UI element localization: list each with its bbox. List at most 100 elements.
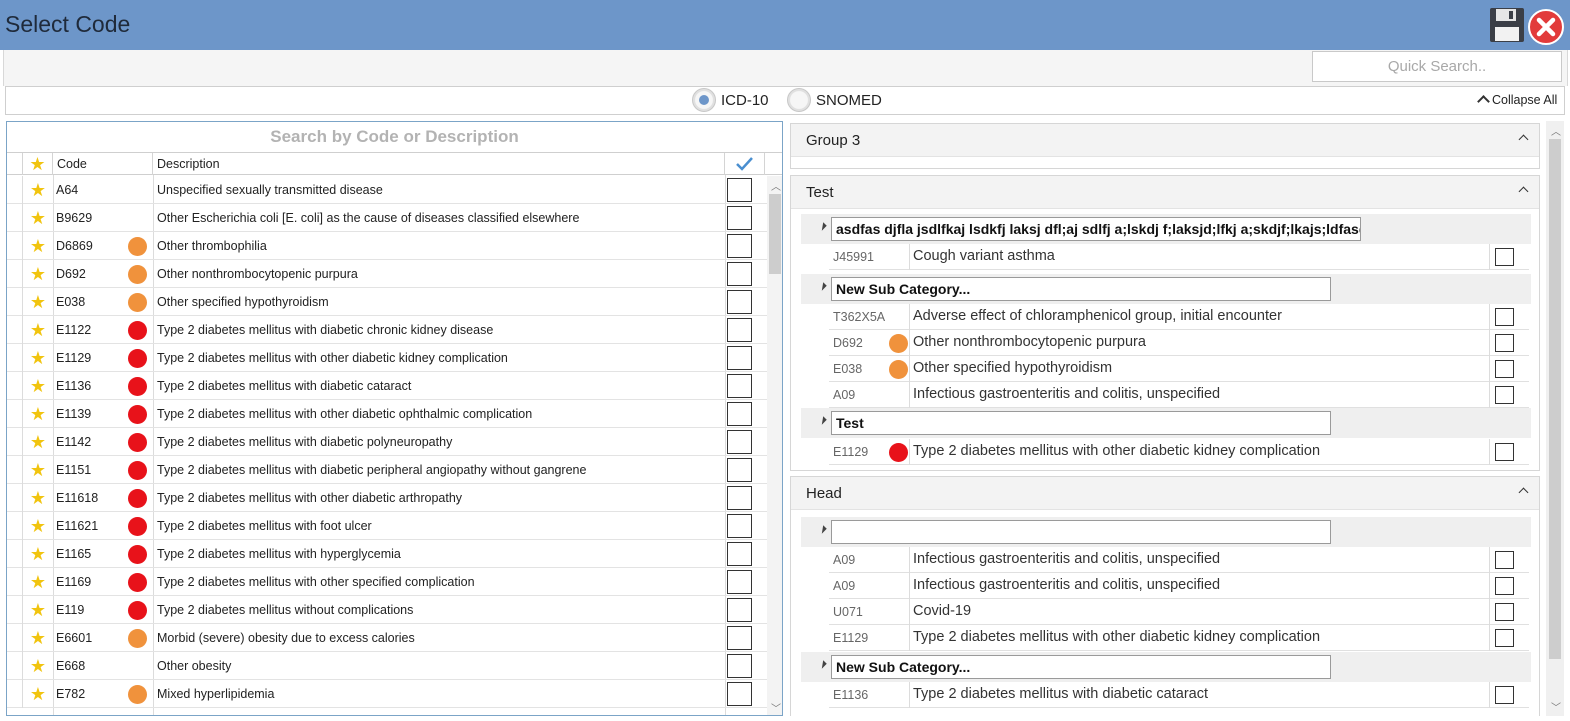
list-item[interactable]: J45991 Cough variant asthma: [829, 244, 1529, 270]
table-row[interactable]: ★ E1142 Type 2 diabetes mellitus with diab…: [7, 428, 767, 456]
favorite-star-icon[interactable]: ★: [23, 652, 53, 680]
radio-icd10[interactable]: [692, 88, 716, 112]
sub-category-name-input[interactable]: [831, 520, 1331, 544]
table-row[interactable]: ★ E1139 Type 2 diabetes mellitus with othe…: [7, 400, 767, 428]
radio-snomed[interactable]: [787, 88, 811, 112]
chevron-up-icon[interactable]: [1518, 134, 1529, 145]
select-checkbox[interactable]: [727, 346, 752, 370]
list-item[interactable]: E1129 Type 2 diabetes mellitus with other…: [829, 439, 1529, 465]
favorite-star-icon[interactable]: ★: [23, 400, 53, 428]
group-header[interactable]: Test: [791, 176, 1539, 209]
table-row[interactable]: ★ B9629 Other Escherichia coli [E. coli] a…: [7, 204, 767, 232]
favorite-star-icon[interactable]: ★: [23, 260, 53, 288]
favorite-star-icon[interactable]: ★: [23, 596, 53, 624]
code-column-header[interactable]: Code: [53, 153, 153, 175]
select-checkbox[interactable]: [727, 514, 752, 538]
sub-category-name-input[interactable]: [831, 655, 1331, 679]
list-item[interactable]: U071 Covid-19: [829, 599, 1529, 625]
table-row[interactable]: ★ A64 Unspecified sexually transmitted dis…: [7, 176, 767, 204]
favorite-star-icon[interactable]: ★: [23, 624, 53, 652]
select-checkbox[interactable]: [727, 290, 752, 314]
favorite-star-icon[interactable]: ★: [23, 456, 53, 484]
select-checkbox[interactable]: [1495, 334, 1514, 352]
favorite-star-icon[interactable]: ★: [23, 176, 53, 204]
table-row[interactable]: ★ E1169 Type 2 diabetes mellitus with othe…: [7, 568, 767, 596]
table-row[interactable]: ★ E668 Other obesity: [7, 652, 767, 680]
list-item[interactable]: E038 Other specified hypothyroidism: [829, 356, 1529, 382]
list-item[interactable]: D692 Other nonthrombocytopenic purpura: [829, 330, 1529, 356]
select-checkbox[interactable]: [1495, 577, 1514, 595]
left-scroll-thumb[interactable]: [769, 194, 781, 274]
select-checkbox[interactable]: [727, 178, 752, 202]
table-row[interactable]: ★ E1129 Type 2 diabetes mellitus with othe…: [7, 344, 767, 372]
favorite-star-icon[interactable]: ★: [23, 204, 53, 232]
scroll-down-icon[interactable]: ﹀: [1551, 699, 1561, 714]
table-row[interactable]: ★ D6869 Other thrombophilia: [7, 232, 767, 260]
select-checkbox[interactable]: [1495, 386, 1514, 404]
select-checkbox[interactable]: [1495, 360, 1514, 378]
table-row[interactable]: ★ E1165 Type 2 diabetes mellitus with hype…: [7, 540, 767, 568]
select-checkbox[interactable]: [727, 402, 752, 426]
select-checkbox[interactable]: [727, 626, 752, 650]
select-checkbox[interactable]: [727, 458, 752, 482]
chevron-up-icon[interactable]: [1518, 186, 1529, 197]
favorite-star-icon[interactable]: ★: [23, 372, 53, 400]
select-checkbox[interactable]: [727, 598, 752, 622]
expand-triangle-icon[interactable]: [818, 282, 827, 291]
select-checkbox[interactable]: [1495, 443, 1514, 461]
select-checkbox[interactable]: [1495, 308, 1514, 326]
expand-triangle-icon[interactable]: [818, 660, 827, 669]
favorite-star-icon[interactable]: ★: [23, 316, 53, 344]
list-item[interactable]: A09 Infectious gastroenteritis and coliti…: [829, 573, 1529, 599]
group-header[interactable]: Head: [791, 477, 1539, 510]
right-scrollbar[interactable]: ︿ ﹀: [1546, 121, 1564, 716]
left-scrollbar[interactable]: ︿ ﹀: [767, 176, 782, 715]
list-item[interactable]: A09 Infectious gastroenteritis and coliti…: [829, 547, 1529, 573]
quick-search-input[interactable]: [1312, 51, 1562, 82]
select-checkbox[interactable]: [727, 234, 752, 258]
list-item[interactable]: E1136 Type 2 diabetes mellitus with diabe…: [829, 682, 1529, 708]
select-all-check-icon[interactable]: [725, 153, 765, 175]
save-button[interactable]: [1489, 7, 1525, 43]
chevron-up-icon[interactable]: [1518, 487, 1529, 498]
table-row[interactable]: ★ D692 Other nonthrombocytopenic purpura: [7, 260, 767, 288]
table-row[interactable]: ★ E11618 Type 2 diabetes mellitus with oth…: [7, 484, 767, 512]
table-row[interactable]: ★ E782 Mixed hyperlipidemia: [7, 680, 767, 708]
table-row[interactable]: ★ E038 Other specified hypothyroidism: [7, 288, 767, 316]
select-checkbox[interactable]: [1495, 603, 1514, 621]
favorite-star-icon[interactable]: ★: [23, 232, 53, 260]
select-checkbox[interactable]: [727, 542, 752, 566]
favorite-star-icon[interactable]: ★: [23, 680, 53, 708]
select-checkbox[interactable]: [727, 206, 752, 230]
favorite-star-icon[interactable]: ★: [23, 540, 53, 568]
select-checkbox[interactable]: [727, 262, 752, 286]
favorite-star-icon[interactable]: ★: [23, 484, 53, 512]
select-checkbox[interactable]: [1495, 629, 1514, 647]
table-row[interactable]: ★ E119 Type 2 diabetes mellitus without co…: [7, 596, 767, 624]
group-header[interactable]: Group 3: [791, 124, 1539, 157]
right-scroll-thumb[interactable]: [1549, 139, 1561, 659]
scroll-up-icon[interactable]: ︿: [771, 178, 781, 193]
select-checkbox[interactable]: [727, 486, 752, 510]
select-checkbox[interactable]: [1495, 551, 1514, 569]
expand-triangle-icon[interactable]: [818, 222, 827, 231]
collapse-all-button[interactable]: Collapse All: [1476, 93, 1557, 108]
sub-category-name-input[interactable]: [831, 411, 1331, 435]
favorite-star-icon[interactable]: ★: [23, 344, 53, 372]
favorite-star-icon[interactable]: ★: [23, 153, 53, 175]
list-item[interactable]: E1129 Type 2 diabetes mellitus with other…: [829, 625, 1529, 651]
table-row[interactable]: ★ E1151 Type 2 diabetes mellitus with diab…: [7, 456, 767, 484]
sub-category-name-input[interactable]: [831, 217, 1361, 241]
scroll-up-icon[interactable]: ︿: [1551, 123, 1561, 138]
select-checkbox[interactable]: [727, 318, 752, 342]
table-row[interactable]: ★ E6601 Morbid (severe) obesity due to exc…: [7, 624, 767, 652]
list-item[interactable]: A09 Infectious gastroenteritis and coliti…: [829, 382, 1529, 408]
expand-triangle-icon[interactable]: [818, 416, 827, 425]
description-column-header[interactable]: Description: [153, 153, 725, 175]
table-row[interactable]: ★ E1122 Type 2 diabetes mellitus with diab…: [7, 316, 767, 344]
table-row[interactable]: ★ E1136 Type 2 diabetes mellitus with diab…: [7, 372, 767, 400]
select-checkbox[interactable]: [727, 682, 752, 706]
list-item[interactable]: T362X5A Adverse effect of chloramphenicol…: [829, 304, 1529, 330]
select-checkbox[interactable]: [1495, 248, 1514, 266]
select-checkbox[interactable]: [727, 430, 752, 454]
